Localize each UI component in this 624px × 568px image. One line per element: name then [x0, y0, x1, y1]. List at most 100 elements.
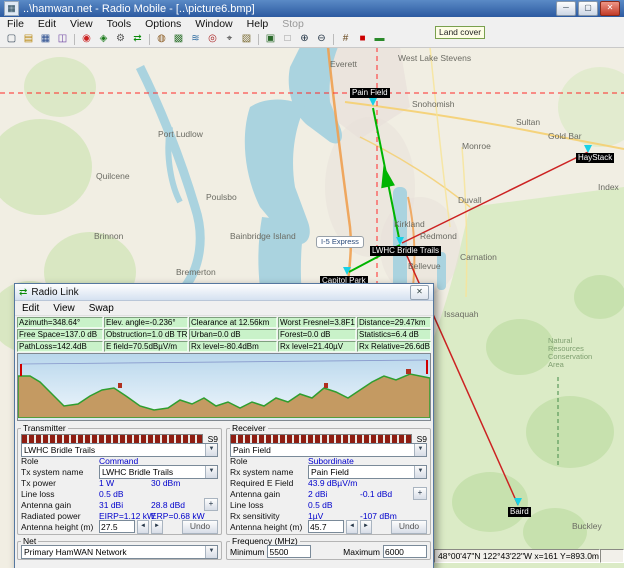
title-bar[interactable]: ▦ ..\hamwan.net - Radio Mobile - [..\pic… [0, 0, 624, 17]
chevron-down-icon[interactable]: ▼ [414, 444, 426, 456]
info-rx-level-dbm: Rx level=-80.4dBm [189, 341, 277, 352]
dialog-menu-view[interactable]: View [46, 303, 82, 314]
rx-gain-dbd: -0.1 dBd [360, 489, 392, 499]
rx-height-increase-icon[interactable]: ► [360, 520, 372, 534]
station-label[interactable]: LWHC Bridle Trails [370, 246, 441, 256]
land-cover-label[interactable]: Land cover [435, 26, 485, 39]
chevron-down-icon[interactable]: ▼ [205, 444, 217, 456]
close-button[interactable]: ✕ [600, 1, 620, 16]
station-marker-lwhc[interactable] [396, 237, 404, 245]
station-marker-pain-field[interactable] [369, 98, 377, 106]
place-label: Gold Bar [548, 131, 582, 141]
new-picture-icon[interactable]: ▢ [3, 31, 20, 47]
tx-system-label: Tx system name [21, 467, 97, 477]
combined-coverage-icon[interactable]: ▩ [170, 31, 187, 47]
menu-file[interactable]: File [0, 18, 31, 30]
terrain-profile-chart [17, 353, 431, 421]
chevron-down-icon[interactable]: ▼ [205, 546, 217, 558]
rx-gain-dbi: 2 dBi [308, 489, 358, 499]
frequency-panel: Frequency (MHz) Minimum Maximum [226, 536, 431, 560]
info-forest: Forest=0.0 dB [278, 329, 356, 340]
frequency-max-input[interactable] [383, 545, 427, 558]
single-coverage-icon[interactable]: ◍ [153, 31, 170, 47]
chevron-down-icon[interactable]: ▼ [205, 466, 217, 478]
rx-antenna-height-input[interactable] [308, 520, 344, 533]
tx-unit-combo[interactable]: LWHC Bridle Trails ▼ [21, 443, 218, 457]
land-cover-icon[interactable]: ▬ [371, 31, 388, 47]
station-marker-capitol-park[interactable] [343, 267, 351, 275]
open-picture-icon[interactable]: ▤ [20, 31, 37, 47]
station-label[interactable]: Pain Field [350, 88, 390, 98]
tx-antenna-button[interactable]: + [204, 498, 218, 511]
place-label: Monroe [462, 141, 491, 151]
tx-height-decrease-icon[interactable]: ◄ [137, 520, 149, 534]
stop-icon[interactable]: ■ [354, 31, 371, 47]
best-unit-icon[interactable]: ◎ [204, 31, 221, 47]
rx-system-combo[interactable]: Pain Field ▼ [308, 465, 427, 479]
radio-link-icon[interactable]: ⇄ [129, 31, 146, 47]
tx-antenna-height-input[interactable] [99, 520, 135, 533]
info-clearance: Clearance at 12.56km [189, 317, 277, 328]
menu-edit[interactable]: Edit [31, 18, 63, 30]
tx-line-loss-value: 0.5 dB [99, 489, 124, 499]
rx-line-loss-label: Line loss [230, 500, 306, 510]
dialog-menu-swap[interactable]: Swap [82, 303, 121, 314]
network-properties-icon[interactable]: ◈ [95, 31, 112, 47]
white-picture-icon[interactable]: □ [279, 31, 296, 47]
net-combo[interactable]: Primary HamWAN Network ▼ [21, 545, 218, 559]
menu-window[interactable]: Window [188, 18, 239, 30]
tx-radiated-label: Radiated power [21, 511, 97, 521]
merge-pictures-icon[interactable]: ◫ [54, 31, 71, 47]
station-label[interactable]: HayStack [576, 153, 614, 163]
info-azimuth: Azimuth=348.64° [17, 317, 103, 328]
rx-required-efield-label: Required E Field [230, 478, 306, 488]
rx-undo-button[interactable]: Undo [391, 520, 427, 534]
station-label[interactable]: Baird [508, 507, 531, 517]
tx-system-combo[interactable]: LWHC Bridle Trails ▼ [99, 465, 218, 479]
dialog-menu-edit[interactable]: Edit [15, 303, 46, 314]
place-label: Bremerton [176, 267, 216, 277]
elevation-grid-icon[interactable]: ▧ [238, 31, 255, 47]
system-properties-icon[interactable]: ⚙ [112, 31, 129, 47]
rx-height-decrease-icon[interactable]: ◄ [346, 520, 358, 534]
forest-area-west [0, 119, 92, 215]
menu-help[interactable]: Help [240, 18, 276, 30]
minimize-button[interactable]: ─ [556, 1, 576, 16]
menu-tools[interactable]: Tools [100, 18, 139, 30]
toolbar-separator [149, 34, 150, 45]
station-marker-baird[interactable] [514, 498, 522, 506]
tx-height-increase-icon[interactable]: ► [151, 520, 163, 534]
frequency-min-input[interactable] [267, 545, 311, 558]
rx-antenna-button[interactable]: + [413, 487, 427, 500]
dialog-close-icon[interactable]: ✕ [410, 285, 429, 300]
transmitter-legend: Transmitter [21, 423, 68, 433]
info-rx-level-uv: Rx level=21.40µV [278, 341, 356, 352]
zoom-in-icon[interactable]: ⊕ [296, 31, 313, 47]
tx-power-dbm: 30 dBm [151, 478, 180, 488]
place-label: Issaquah [444, 309, 479, 319]
tx-undo-button[interactable]: Undo [182, 520, 218, 534]
rx-unit-combo[interactable]: Pain Field ▼ [230, 443, 427, 457]
info-elev-angle: Elev. angle=-0.236° [104, 317, 188, 328]
route-coverage-icon[interactable]: ≋ [187, 31, 204, 47]
grid-icon[interactable]: # [337, 31, 354, 47]
find-unit-icon[interactable]: ⌖ [221, 31, 238, 47]
place-label: Poulsbo [206, 192, 237, 202]
zoom-out-icon[interactable]: ⊖ [313, 31, 330, 47]
save-picture-icon[interactable]: ▦ [37, 31, 54, 47]
chevron-down-icon[interactable]: ▼ [414, 466, 426, 478]
station-marker-haystack[interactable] [584, 145, 592, 153]
dialog-title-bar[interactable]: ⇄ Radio Link ✕ [15, 284, 433, 301]
maximize-button[interactable]: ▢ [578, 1, 598, 16]
tx-gain-dbd: 28.8 dBd [151, 500, 185, 510]
tx-gain-dbi: 31 dBi [99, 500, 149, 510]
place-label: Bellevue [408, 261, 441, 271]
menu-view[interactable]: View [63, 18, 100, 30]
menu-bar: File Edit View Tools Options Window Help… [0, 17, 624, 32]
toolbar-separator [258, 34, 259, 45]
menu-options[interactable]: Options [138, 18, 188, 30]
unit-properties-icon[interactable]: ◉ [78, 31, 95, 47]
radio-mobile-window: ▦ ..\hamwan.net - Radio Mobile - [..\pic… [0, 0, 624, 568]
menu-stop[interactable]: Stop [275, 18, 311, 30]
map-picture-icon[interactable]: ▣ [262, 31, 279, 47]
